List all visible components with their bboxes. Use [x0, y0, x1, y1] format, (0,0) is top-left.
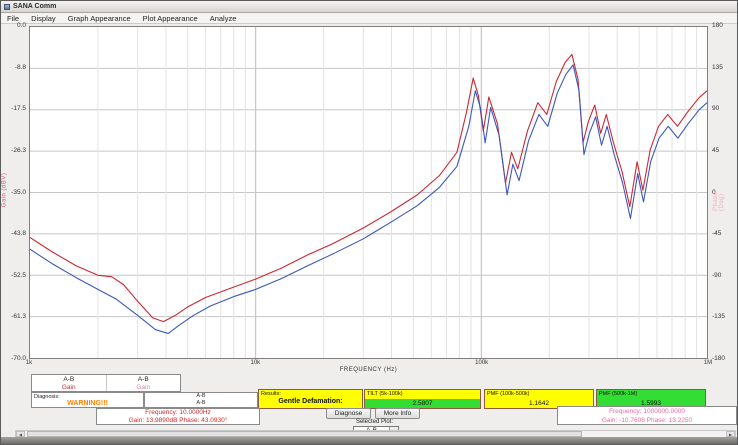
legend-entry[interactable]: A-BGain: [107, 375, 181, 391]
phase-tick-label: -90: [712, 273, 721, 280]
metric-value: 2.5807: [365, 399, 480, 408]
phase-tick-label: -135: [712, 314, 725, 321]
gain-tick-label: -26.3: [11, 148, 26, 155]
phase-tick-label: 90: [712, 106, 719, 113]
frequency-tick-label: 1k: [26, 360, 32, 366]
phase-tick-label: -45: [712, 231, 721, 238]
app-window: SANA Comm FileDisplayGraph AppearancePlo…: [0, 0, 738, 445]
readout-frequency: Frequency: 10.0000Hz: [97, 409, 259, 417]
diagnose-button[interactable]: Diagnose: [326, 408, 371, 419]
menu-item-analyze[interactable]: Analyze: [204, 13, 243, 24]
left-axis-title: Gain (dBV): [1, 173, 7, 208]
plot-canvas: [30, 27, 707, 358]
plot-list-item: A-B: [145, 393, 257, 400]
results-value: Gentle Defamation:: [261, 397, 360, 406]
curve-a-b-gain-red-: [30, 54, 707, 321]
frequency-tick-label: 1M: [704, 360, 712, 366]
window-title: SANA Comm: [13, 3, 56, 10]
gain-tick-label: -8.8: [15, 65, 26, 72]
cursor-readout-left: Frequency: 10.0000Hz Gain: 13.9890dB Pha…: [96, 408, 260, 425]
frequency-axis-ticks: 1k 10k 100k 1M: [1, 360, 738, 367]
menu-item-display[interactable]: Display: [25, 13, 62, 24]
legend-plot-name: A-B: [32, 376, 106, 384]
gain-tick-label: -52.5: [11, 273, 26, 280]
frequency-response-plot[interactable]: [29, 26, 708, 359]
plot-list-item: A-B: [145, 400, 257, 407]
x-axis-title: FREQUENCY (Hz): [29, 367, 708, 373]
app-icon: [4, 4, 10, 10]
metric-label: PMF (100k-500k): [485, 390, 593, 399]
readout-gain-phase: Gain: -10.7608 Phase: 13.2250: [558, 416, 736, 425]
curve-a-b-gain-blue-: [30, 65, 707, 334]
readout-frequency: Frequency: 1000000.0000: [558, 407, 736, 416]
titlebar[interactable]: SANA Comm: [1, 1, 737, 13]
metric-label: PMF (500k-1M): [597, 390, 705, 399]
legend-trace-type: Gain: [32, 384, 106, 391]
right-axis-title: Phase (Deg): [713, 175, 725, 211]
phase-tick-label: 45: [712, 148, 719, 155]
legend-trace-type: Gain: [107, 384, 181, 391]
gain-tick-label: -43.8: [11, 231, 26, 238]
menu-item-plot-appearance[interactable]: Plot Appearance: [137, 13, 204, 24]
gain-tick-label: 0.0: [17, 23, 26, 30]
readout-gain-phase: Gain: 13.9890dB Phase: 43.0930°: [97, 417, 259, 425]
gain-tick-label: -61.3: [11, 314, 26, 321]
phase-tick-label: 180: [712, 23, 723, 30]
selected-plot-label: Selected Plot:: [331, 419, 393, 426]
menu-item-graph-appearance[interactable]: Graph Appearance: [62, 13, 137, 24]
diagnosis-panel: Diagnosis: WARNING!!!: [31, 392, 144, 408]
gain-tick-label: -35.0: [11, 190, 26, 197]
menubar: FileDisplayGraph AppearancePlot Appearan…: [1, 13, 737, 24]
cursor-readout-right: Frequency: 1000000.0000 Gain: -10.7608 P…: [557, 406, 737, 425]
more-info-button[interactable]: More Info: [375, 408, 420, 419]
results-panel: Results: Gentle Defamation:: [258, 389, 363, 409]
metric-label: TILT (5k-100k): [365, 390, 480, 399]
gain-tick-label: -17.5: [11, 106, 26, 113]
frequency-tick-label: 100k: [475, 360, 488, 366]
metric-panel-tilt-5k-100k-: TILT (5k-100k)2.5807: [364, 389, 481, 409]
plot-legend: A-BGainA-BGain: [31, 374, 181, 392]
legend-entry[interactable]: A-BGain: [32, 375, 107, 391]
window-bottom-frame: [1, 437, 737, 444]
frequency-tick-label: 10k: [250, 360, 260, 366]
phase-tick-label: 135: [712, 65, 723, 72]
legend-plot-name: A-B: [107, 376, 181, 384]
diagnosis-warning-text: WARNING!!!: [34, 400, 141, 408]
plot-list-panel: A-B A-B: [144, 392, 258, 408]
